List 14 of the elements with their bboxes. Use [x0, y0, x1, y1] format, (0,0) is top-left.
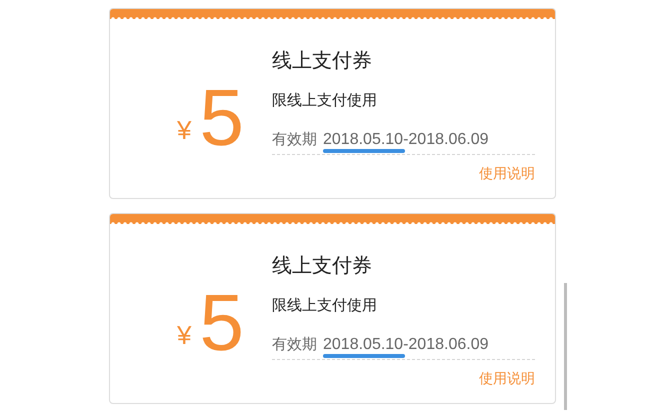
usage-restriction: 限线上支付使用	[272, 90, 378, 111]
coupon-amount: 5	[200, 78, 244, 158]
validity-label: 有效期	[272, 130, 317, 148]
coupon-title: 线上支付券	[272, 47, 373, 74]
validity-label: 有效期	[272, 335, 317, 353]
usage-instructions-link[interactable]: 使用说明	[479, 165, 535, 183]
coupon-amount: 5	[200, 283, 244, 363]
validity-dates: 2018.05.10-2018.06.09	[323, 131, 488, 148]
usage-instructions-link[interactable]: 使用说明	[479, 370, 535, 388]
currency-symbol: ¥	[177, 115, 192, 146]
usage-restriction: 限线上支付使用	[272, 295, 378, 316]
validity-dates: 2018.05.10-2018.06.09	[323, 336, 488, 353]
coupon-title: 线上支付券	[272, 252, 373, 279]
currency-symbol: ¥	[177, 320, 192, 351]
